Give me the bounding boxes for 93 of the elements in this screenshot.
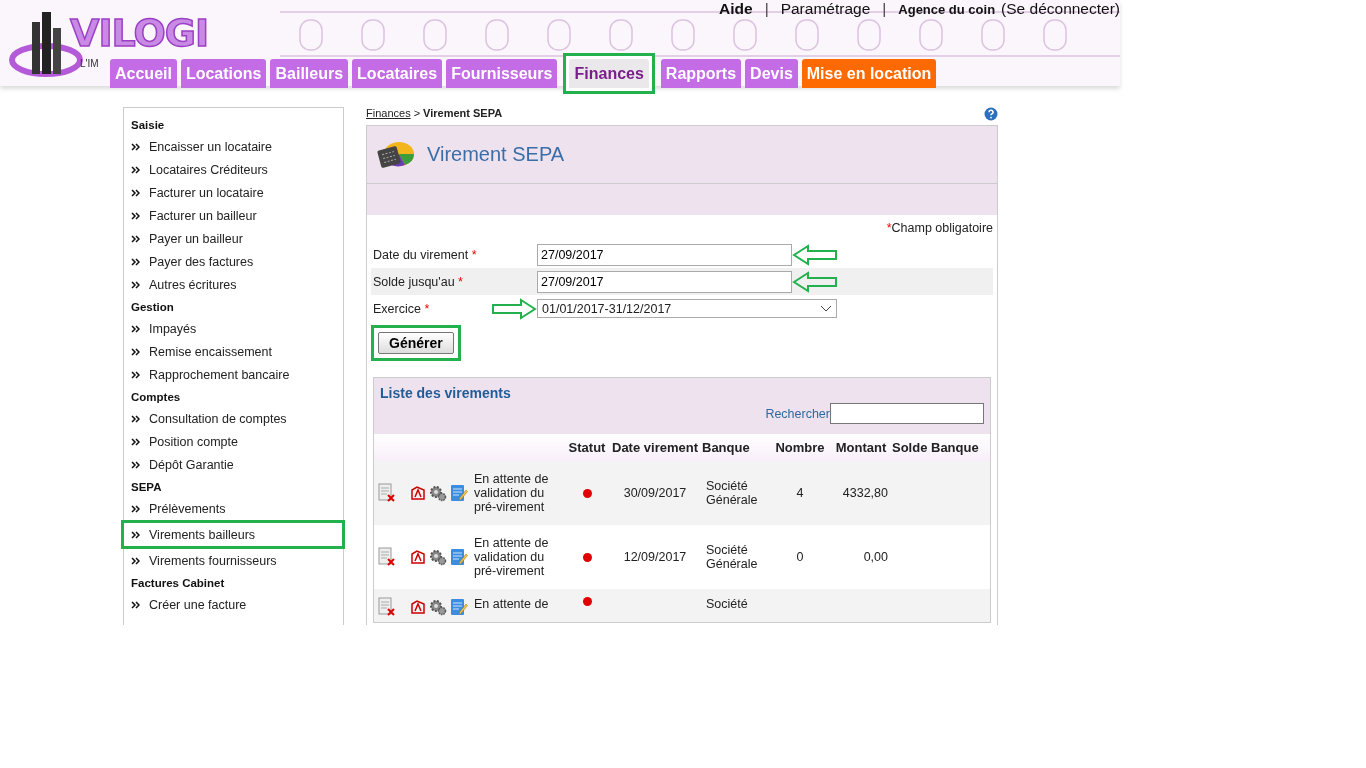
sidebar-item[interactable]: Position compte (124, 430, 343, 453)
edit-notepad-icon[interactable] (450, 484, 468, 502)
table-cell: 12/09/2017 (623, 550, 687, 564)
chevron-icon (131, 142, 140, 151)
header-link[interactable]: Paramétrage (780, 0, 871, 18)
sidebar-item[interactable]: Payer des factures (124, 250, 343, 273)
sidebar-item[interactable]: Impayés (124, 317, 343, 340)
edit-notepad-icon[interactable] (450, 598, 468, 616)
chevron-icon (131, 414, 140, 423)
sidebar-item[interactable]: Payer un bailleur (124, 227, 343, 250)
agency-name: Agence du coin (898, 2, 996, 17)
table-cell-text: Société Générale (706, 543, 759, 571)
edit-notepad-icon[interactable] (450, 548, 468, 566)
search-field[interactable] (830, 403, 984, 424)
date-field[interactable]: 27/09/2017 (537, 270, 792, 293)
status-text: En attente de validation du pré-virement (474, 536, 550, 578)
chevron-icon (131, 370, 140, 379)
chevron-icon (131, 165, 140, 174)
field-label: Exercice * (373, 301, 431, 316)
sidebar-item[interactable]: Encaisser un locataire (124, 135, 343, 158)
sidebar-item[interactable]: Virements fournisseurs (124, 549, 343, 572)
column-header: Banque (702, 440, 751, 455)
breadcrumb-current: Virement SEPA (423, 107, 503, 119)
sidebar-section-title: Factures Cabinet (130, 576, 226, 591)
sidebar-item[interactable]: Remise encaissement (124, 340, 343, 363)
table-cell: 4 (796, 486, 804, 500)
panel-title: Virement SEPA (427, 143, 565, 166)
sidebar-item[interactable]: Rapprochement bancaire (124, 363, 343, 386)
table-cell: 30/09/2017 (623, 486, 687, 500)
sidebar-item[interactable]: Locataires Créditeurs (124, 158, 343, 181)
separator-text: | (882, 0, 887, 18)
chevron-icon (131, 257, 140, 266)
field-label: Date du virement * (373, 247, 478, 262)
sidebar-item[interactable]: Facturer un bailleur (124, 204, 343, 227)
chevron-icon (131, 437, 140, 446)
exercise-dropdown[interactable]: 01/01/2017-31/12/2017 (537, 299, 837, 318)
chevron-icon (131, 280, 140, 289)
table-cell-text: Société Générale (706, 479, 759, 507)
chevron-icon (131, 347, 140, 356)
gears-icon[interactable] (429, 548, 447, 566)
column-header: Nombre (774, 440, 826, 455)
search-label: Rechercher (765, 406, 830, 421)
column-header: Date virement (611, 440, 699, 455)
required-note: *Champ obligatoire (885, 221, 993, 237)
breadcrumb-separator: > (413, 107, 421, 119)
sidebar-item[interactable]: Autres écritures (124, 273, 343, 296)
date-field[interactable]: 27/09/2017 (537, 243, 792, 266)
column-header: Statut (567, 440, 607, 455)
chevron-icon (131, 324, 140, 333)
delete-document-icon[interactable] (378, 597, 396, 617)
header-link[interactable]: (Se déconnecter) (1001, 0, 1120, 18)
status-text: En attente de validation du pré-virement (474, 472, 550, 514)
chevron-icon (131, 211, 140, 220)
gears-icon[interactable] (429, 484, 447, 502)
help-icon[interactable] (984, 107, 998, 121)
header-link[interactable]: Aide (719, 0, 753, 18)
sidebar-item[interactable]: Consultation de comptes (124, 407, 343, 430)
list-title: Liste des virements (380, 385, 512, 401)
chevron-icon (131, 556, 140, 565)
sidebar-item[interactable]: Dépôt Garantie (124, 453, 343, 476)
table-cell: 0,00 (863, 550, 888, 564)
sidebar-section-title: Gestion (130, 300, 175, 315)
sidebar-item[interactable]: Facturer un locataire (124, 181, 343, 204)
sidebar-item[interactable]: Virements bailleurs (124, 523, 342, 546)
chevron-icon (131, 600, 140, 609)
sidebar-item[interactable]: Créer une facture (124, 593, 343, 616)
table-cell: 0 (796, 550, 804, 564)
logo-tagline: L'IM (80, 58, 99, 69)
table-cell: Société (706, 597, 748, 611)
nav-tab[interactable]: Finances (569, 59, 649, 88)
table-cell: 4332,80 (842, 486, 888, 500)
sidebar-section-title: SEPA (130, 480, 163, 495)
chevron-icon (131, 530, 140, 539)
breadcrumb-link[interactable]: Finances (366, 107, 411, 119)
delete-document-icon[interactable] (378, 483, 396, 503)
chevron-icon (131, 460, 140, 469)
chevron-icon (131, 504, 140, 513)
logo-text: VILOGI (70, 14, 209, 52)
sidebar-section-title: Saisie (130, 118, 166, 133)
gears-icon[interactable] (429, 598, 447, 616)
chevron-icon (131, 234, 140, 243)
sidebar-item[interactable]: Prélèvements (124, 497, 343, 520)
delete-document-icon[interactable] (378, 547, 396, 567)
calculator-chart-icon (377, 139, 415, 170)
chevron-down-icon (820, 304, 832, 313)
generate-button[interactable]: Générer (378, 332, 454, 354)
field-label: Solde jusqu'au * (373, 274, 464, 289)
column-header: Solde Banque (892, 440, 980, 455)
status-text: En attente de (474, 597, 549, 611)
column-header: Montant (834, 440, 888, 455)
chevron-icon (131, 188, 140, 197)
sidebar-section-title: Comptes (130, 390, 182, 405)
separator-text: | (764, 0, 769, 18)
